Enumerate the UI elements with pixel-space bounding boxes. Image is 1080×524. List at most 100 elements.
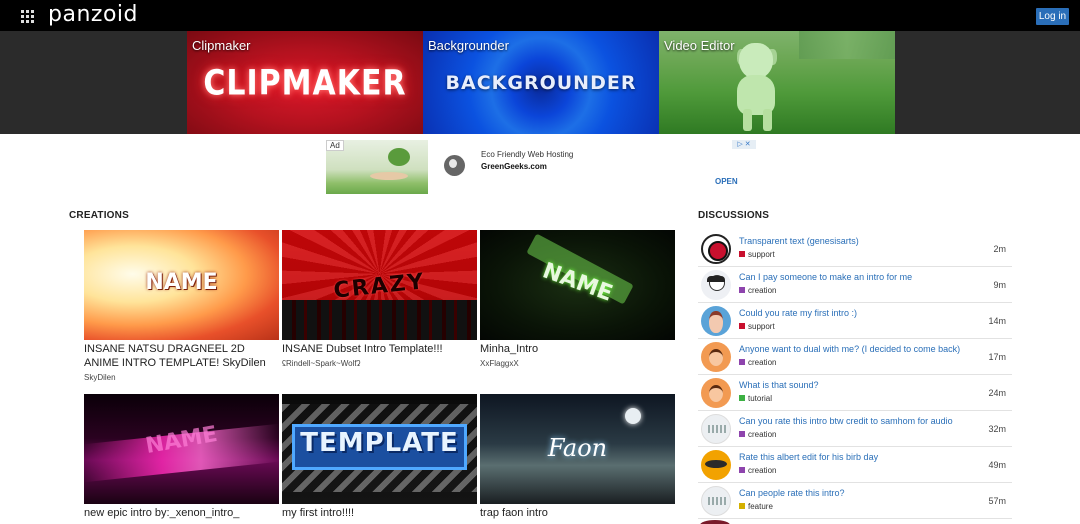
avatar[interactable] [701,486,731,516]
ad-badge: Ad [326,140,344,151]
discussion-category[interactable]: support [739,322,775,331]
apps-grid-icon[interactable] [21,10,34,23]
discussion-title[interactable]: Rate this albert edit for his birb day [739,452,878,462]
discussion-category[interactable]: support [739,250,775,259]
category-swatch [739,323,745,329]
creation-author[interactable]: SkyDilen [84,373,279,382]
discussion-item[interactable]: Can people rate this intro? feature 57m [698,483,1012,519]
avatar[interactable] [700,520,730,524]
discussion-title[interactable]: Can people rate this intro? [739,488,845,498]
discussion-category[interactable]: creation [739,466,776,475]
backgrounder-tile[interactable]: BACKGROUNDER Backgrounder [423,31,659,134]
ad-open-button[interactable]: OPEN [715,177,738,186]
category-label: tutorial [748,394,773,403]
discussions-heading: DISCUSSIONS [698,210,770,221]
discussion-time: 9m [993,280,1006,290]
creation-thumbnail[interactable]: NAME [480,230,675,340]
creation-title[interactable]: my first intro!!!! [282,506,477,520]
creation-card[interactable]: TEMPLATE my first intro!!!! [282,394,477,523]
category-swatch [739,467,745,473]
creation-title[interactable]: INSANE NATSU DRAGNEEL 2D ANIME INTRO TEM… [84,342,279,370]
discussion-title[interactable]: Anyone want to dual with me? (I decided … [739,344,960,354]
discussion-time: 49m [988,460,1006,470]
creation-card[interactable]: Faon trap faon intro [480,394,675,523]
discussion-item[interactable]: Transparent text (genesisarts) support 2… [698,231,1012,267]
discussion-category[interactable]: creation [739,358,776,367]
discussion-time: 57m [988,496,1006,506]
discussion-item[interactable]: What is that sound? tutorial 24m [698,375,1012,411]
discussion-title[interactable]: What is that sound? [739,380,819,390]
discussion-category[interactable]: creation [739,286,776,295]
avatar[interactable] [701,378,731,408]
creation-thumbnail[interactable]: NAME [84,394,279,504]
creation-thumbnail[interactable]: NAME [84,230,279,340]
thumbnail-art-text: TEMPLATE [300,428,459,458]
creations-heading: CREATIONS [69,210,129,221]
discussion-item[interactable]: Rate this albert edit for his birb day c… [698,447,1012,483]
clipmaker-label: Clipmaker [192,38,251,53]
video-editor-label: Video Editor [664,38,735,53]
discussion-title[interactable]: Transparent text (genesisarts) [739,236,859,246]
creation-thumbnail[interactable]: Faon [480,394,675,504]
thumbnail-art-text: NAME [539,258,616,307]
dog-image [729,43,785,131]
category-label: creation [748,358,777,367]
clipmaker-tile[interactable]: CLIPMAKER Clipmaker [187,31,423,134]
discussion-item[interactable]: Anyone want to dual with me? (I decided … [698,339,1012,375]
category-label: creation [748,466,777,475]
ad-domain[interactable]: GreenGeeks.com [481,162,547,171]
category-swatch [739,287,745,293]
category-swatch [739,431,745,437]
thumbnail-art-text: NAME [145,270,218,295]
avatar[interactable] [701,306,731,336]
avatar[interactable] [701,342,731,372]
discussion-category[interactable]: feature [739,502,773,511]
creation-title[interactable]: new epic intro by:_xenon_intro_ [84,506,279,520]
category-label: support [748,322,775,331]
creation-card[interactable]: NAME Minha_Intro XxFlaggxX [480,230,675,368]
discussion-title[interactable]: Can I pay someone to make an intro for m… [739,272,912,282]
discussion-title[interactable]: Could you rate my first intro :) [739,308,857,318]
adchoices-icon[interactable]: ▷ ✕ [732,140,756,149]
ad-title[interactable]: Eco Friendly Web Hosting [481,150,573,159]
category-label: creation [748,430,777,439]
discussion-time: 17m [988,352,1006,362]
ad-banner[interactable]: Ad Eco Friendly Web Hosting GreenGeeks.c… [326,140,756,194]
discussion-time: 2m [993,244,1006,254]
creation-title[interactable]: INSANE Dubset Intro Template!!! [282,342,477,356]
site-logo[interactable]: panzoid [48,2,138,27]
creation-title[interactable]: trap faon intro [480,506,675,520]
creation-thumbnail[interactable]: TEMPLATE [282,394,477,504]
category-label: creation [748,286,777,295]
category-swatch [739,251,745,257]
creation-author[interactable]: ʢRindell~Spark~Wolfʡ [282,359,477,368]
discussion-item[interactable]: Could you rate my first intro :) support… [698,303,1012,339]
backgrounder-label: Backgrounder [428,38,509,53]
discussion-category[interactable]: tutorial [739,394,772,403]
avatar[interactable] [701,270,731,300]
avatar[interactable] [701,414,731,444]
creation-title[interactable]: Minha_Intro [480,342,675,356]
category-swatch [739,395,745,401]
creation-thumbnail[interactable]: CRAZY [282,230,477,340]
skyline-image [799,31,895,59]
category-swatch [739,503,745,509]
creation-card[interactable]: NAME new epic intro by:_xenon_intro_ [84,394,279,523]
creation-author[interactable]: XxFlaggxX [480,359,675,368]
globe-icon [444,155,465,176]
discussion-time: 32m [988,424,1006,434]
category-label: support [748,250,775,259]
clipmaker-art-text: CLIPMAKER [203,63,407,104]
discussion-item[interactable]: Can I pay someone to make an intro for m… [698,267,1012,303]
video-editor-tile[interactable]: Video Editor [659,31,895,134]
avatar[interactable] [701,450,731,480]
discussion-item[interactable]: Can you rate this intro btw credit to sa… [698,411,1012,447]
creation-card[interactable]: NAME INSANE NATSU DRAGNEEL 2D ANIME INTR… [84,230,279,382]
discussion-title[interactable]: Can you rate this intro btw credit to sa… [739,416,953,426]
discussion-category[interactable]: creation [739,430,776,439]
top-bar: panzoid Log in [0,0,1080,31]
category-swatch [739,359,745,365]
login-button[interactable]: Log in [1036,8,1069,25]
creation-card[interactable]: CRAZY INSANE Dubset Intro Template!!! ʢR… [282,230,477,368]
avatar[interactable] [701,234,731,264]
